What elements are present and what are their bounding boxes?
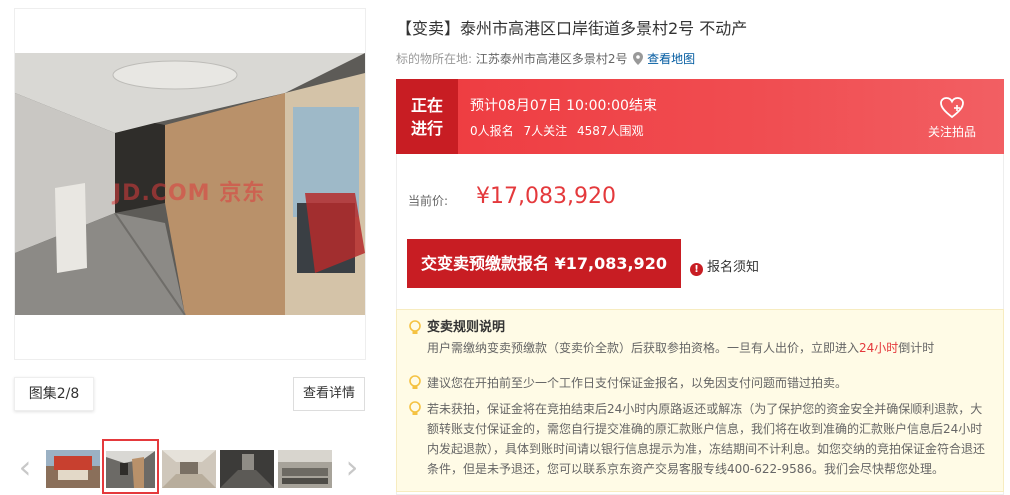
signup-count: 0人报名 xyxy=(470,124,514,138)
alert-icon: ! xyxy=(690,263,703,276)
rule-text-1a: 用户需缴纳变卖预缴款（变卖价全款）后获取参拍资格。一旦有人出价，立即进入 xyxy=(427,341,860,355)
thumbnail-4[interactable] xyxy=(220,450,274,488)
album-counter[interactable]: 图集2/8 xyxy=(14,377,94,411)
rules-title: 变卖规则说明 xyxy=(427,320,506,335)
current-price: ¥17,083,920 xyxy=(476,184,616,209)
rule-text-1b: 倒计时 xyxy=(898,341,935,355)
prev-arrow-icon[interactable]: ‹ xyxy=(14,451,36,486)
auction-status-banner: 正在 进行 预计08月07日 10:00:00结束 0人报名 7人关注 4587… xyxy=(396,79,1004,154)
listing-title: 【变卖】泰州市高港区口岸街道多景村2号 不动产 xyxy=(396,19,748,38)
rule-row-3: 若未获拍，保证金将在竞拍结束后24小时内原路返还或解冻（为了保护您的资金安全并确… xyxy=(407,399,993,479)
view-map-link[interactable]: 查看地图 xyxy=(647,52,695,66)
thumbnail-image xyxy=(104,441,157,492)
rule-text-1: 用户需缴纳变卖预缴款（变卖价全款）后获取参拍资格。一旦有人出价，立即进入24小时… xyxy=(427,338,993,358)
signup-notice-link[interactable]: ! 报名须知 xyxy=(690,256,759,276)
rule-text-2: 建议您在开拍前至少一个工作日支付保证金报名，以免因支付问题而错过拍卖。 xyxy=(427,376,848,390)
lightbulb-icon xyxy=(409,320,421,334)
follow-label: 关注拍品 xyxy=(927,125,976,139)
status-line-1: 正在 xyxy=(410,96,443,115)
follower-count: 7人关注 xyxy=(523,124,568,138)
rule-text-3: 若未获拍，保证金将在竞拍结束后24小时内原路返还或解冻（为了保护您的资金安全并确… xyxy=(427,402,986,476)
location-key: 标的物所在地: xyxy=(396,52,473,66)
main-photo[interactable]: JD.COM 京东 xyxy=(15,53,365,315)
thumbnail-image xyxy=(46,450,100,488)
location-value: 江苏泰州市高港区多景村2号 xyxy=(475,52,628,66)
thumbnail-image xyxy=(220,450,274,488)
end-time: 预计08月07日 10:00:00结束 xyxy=(470,98,657,114)
price-label: 当前价: xyxy=(408,194,449,208)
thumbnail-3[interactable] xyxy=(162,450,216,488)
viewer-count: 4587人围观 xyxy=(576,124,644,138)
view-details-button[interactable]: 查看详情 xyxy=(293,377,365,411)
thumbnail-5[interactable] xyxy=(278,450,332,488)
thumbnail-2-selected[interactable] xyxy=(102,439,159,494)
watermark: JD.COM 京东 xyxy=(113,181,266,206)
lightbulb-icon xyxy=(409,375,421,389)
next-arrow-icon[interactable]: › xyxy=(341,451,363,486)
thumbnail-image xyxy=(162,450,216,488)
auction-status: 正在 进行 xyxy=(396,79,458,154)
rule-highlight: 24小时 xyxy=(859,341,899,355)
lightbulb-icon xyxy=(409,401,421,415)
location-row: 标的物所在地: 江苏泰州市高港区多景村2号 查看地图 xyxy=(396,50,695,67)
pay-deposit-signup-button[interactable]: 交变卖预缴款报名 ¥17,083,920 xyxy=(407,239,681,288)
rule-row-2: 建议您在开拍前至少一个工作日支付保证金报名，以免因支付问题而错过拍卖。 xyxy=(407,373,993,393)
thumbnail-image xyxy=(278,450,332,488)
follow-item-button[interactable]: 关注拍品 xyxy=(922,97,982,140)
image-gallery: JD.COM 京东 xyxy=(14,8,366,360)
rules-title-row: 变卖规则说明 用户需缴纳变卖预缴款（变卖价全款）后获取参拍资格。一旦有人出价，立… xyxy=(407,318,993,358)
heart-plus-icon xyxy=(940,97,964,119)
map-pin-icon xyxy=(633,52,644,65)
signup-notice-label: 报名须知 xyxy=(707,260,760,275)
rules-panel: 变卖规则说明 用户需缴纳变卖预缴款（变卖价全款）后获取参拍资格。一旦有人出价，立… xyxy=(396,309,1004,492)
status-line-2: 进行 xyxy=(410,119,443,138)
thumbnail-1[interactable] xyxy=(46,450,100,488)
auction-counts: 0人报名 7人关注 4587人围观 xyxy=(470,122,649,139)
